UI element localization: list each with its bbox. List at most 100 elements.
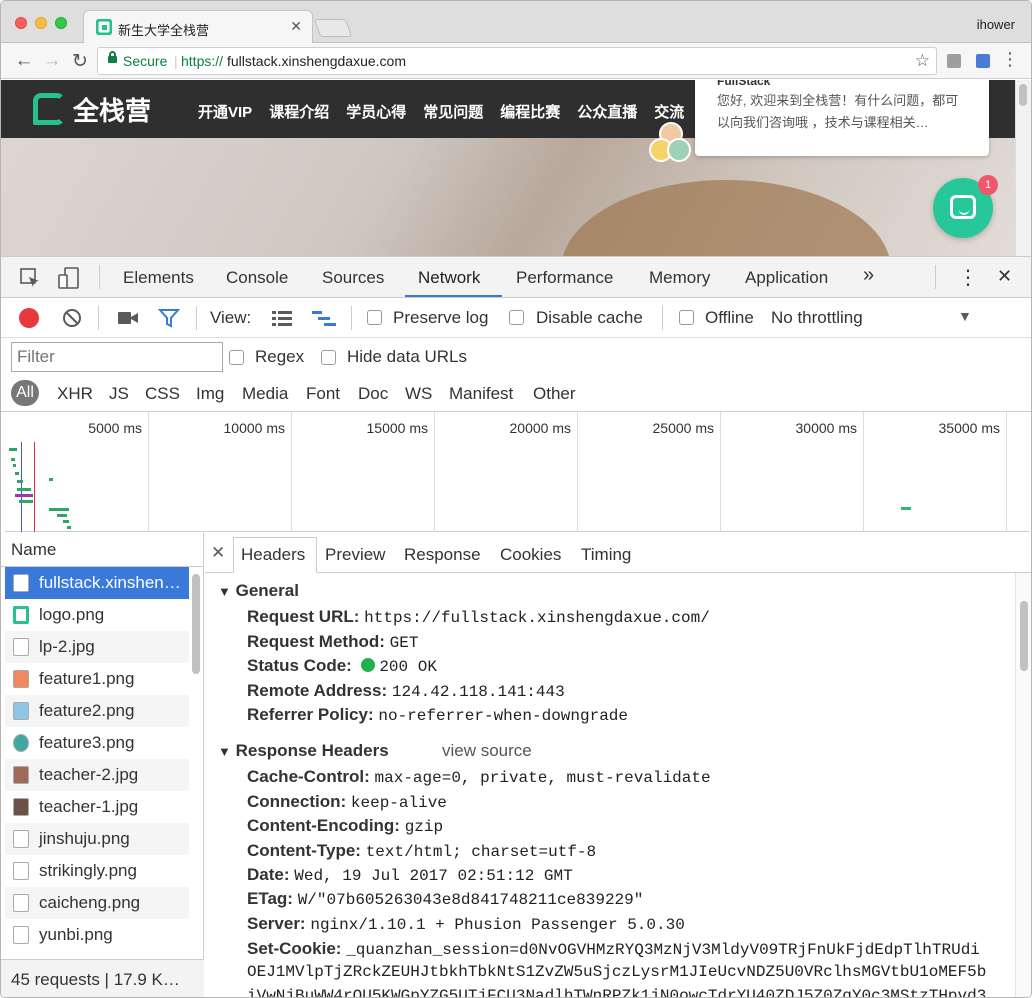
throttling-select[interactable]: No throttling [771, 308, 863, 328]
menu-item-testimonials[interactable]: 学员心得 [346, 101, 406, 122]
tab-timing[interactable]: Timing [581, 545, 631, 565]
record-button[interactable] [19, 308, 39, 328]
request-row[interactable]: teacher-1.jpg [5, 791, 189, 823]
new-tab-button[interactable] [313, 19, 353, 37]
scrollbar-thumb[interactable] [192, 574, 200, 674]
type-ws[interactable]: WS [405, 384, 432, 404]
tab-cookies[interactable]: Cookies [500, 545, 561, 565]
response-headers-section-header[interactable]: ▼ Response Headers [218, 741, 389, 761]
header-key: Referrer Policy: [247, 705, 374, 724]
type-all[interactable]: All [11, 380, 39, 406]
filter-input[interactable] [11, 342, 223, 372]
request-row[interactable]: fullstack.xinshen… [5, 567, 189, 599]
inspect-element-icon[interactable] [19, 267, 41, 289]
close-detail-icon[interactable]: ✕ [211, 543, 225, 563]
hide-data-urls-checkbox[interactable] [321, 350, 336, 365]
chat-popup[interactable]: FullStack 您好, 欢迎来到全栈营！有什么问题，都可以向我们咨询哦 ，技… [695, 80, 989, 156]
type-css[interactable]: CSS [145, 384, 180, 404]
requests-split-view: Name fullstack.xinshen… logo.png lp-2.jp… [1, 533, 1031, 997]
scrollbar-thumb[interactable] [1019, 84, 1027, 106]
device-toolbar-icon[interactable] [57, 266, 81, 290]
type-img[interactable]: Img [196, 384, 224, 404]
type-doc[interactable]: Doc [358, 384, 388, 404]
tab-response[interactable]: Response [404, 545, 481, 565]
site-logo[interactable]: 全栈营 [33, 92, 151, 126]
forward-button[interactable]: → [41, 50, 63, 72]
tab-memory[interactable]: Memory [649, 268, 710, 288]
close-window-button[interactable] [15, 17, 27, 29]
regex-checkbox[interactable] [229, 350, 244, 365]
tab-network[interactable]: Network [418, 268, 480, 288]
type-font[interactable]: Font [306, 384, 340, 404]
request-list-scrollbar[interactable] [189, 569, 203, 965]
request-row[interactable]: lp-2.jpg [5, 631, 189, 663]
tab-performance[interactable]: Performance [516, 268, 613, 288]
address-bar[interactable]: Secure | https:// fullstack.xinshengdaxu… [97, 47, 937, 75]
menu-item-live[interactable]: 公众直播 [577, 101, 637, 122]
request-row[interactable]: feature3.png [5, 727, 189, 759]
close-devtools-icon[interactable]: ✕ [997, 266, 1012, 287]
header-key: Date: [247, 865, 290, 884]
clear-icon[interactable] [61, 307, 83, 329]
type-js[interactable]: JS [109, 384, 129, 404]
more-tabs-icon[interactable]: » [863, 264, 874, 287]
request-row[interactable]: feature2.png [5, 695, 189, 727]
tab-elements[interactable]: Elements [123, 268, 194, 288]
back-button[interactable]: ← [13, 50, 35, 72]
type-other[interactable]: Other [533, 384, 576, 404]
request-row[interactable]: yunbi.png [5, 919, 189, 951]
devtools-menu-icon[interactable]: ⋮ [958, 265, 978, 290]
request-row[interactable]: logo.png [5, 599, 189, 631]
offline-checkbox[interactable] [679, 310, 694, 325]
offline-label: Offline [705, 308, 754, 327]
menu-kebab-icon[interactable]: ⋮ [999, 49, 1021, 70]
screenshot-camera-icon[interactable] [117, 310, 139, 326]
zoom-window-button[interactable] [55, 17, 67, 29]
response-headers-title: Response Headers [235, 741, 389, 760]
extension-icon[interactable] [947, 54, 961, 68]
waterfall-bar [15, 472, 19, 475]
type-manifest[interactable]: Manifest [449, 384, 513, 404]
bookmark-star-icon[interactable]: ☆ [915, 51, 930, 71]
overview-waterfall-icon[interactable] [311, 309, 337, 327]
network-overview[interactable]: 5000 ms 10000 ms 15000 ms 20000 ms 25000… [5, 412, 1029, 532]
tab-console[interactable]: Console [226, 268, 288, 288]
tab-sources[interactable]: Sources [322, 268, 384, 288]
minimize-window-button[interactable] [35, 17, 47, 29]
extension-icon[interactable] [976, 54, 990, 68]
disable-cache-checkbox[interactable] [509, 310, 524, 325]
chevron-down-icon[interactable]: ▼ [958, 308, 972, 324]
request-row[interactable]: feature1.png [5, 663, 189, 695]
menu-item-courses[interactable]: 课程介绍 [269, 101, 329, 122]
request-row[interactable]: teacher-2.jpg [5, 759, 189, 791]
preserve-log-checkbox[interactable] [367, 310, 382, 325]
view-source-link[interactable]: view source [442, 741, 532, 761]
type-xhr[interactable]: XHR [57, 384, 93, 404]
tab-headers[interactable]: Headers [241, 545, 305, 565]
header-value: W/"07b605263043e8d841748211ce839229" [297, 891, 644, 909]
menu-item-contest[interactable]: 编程比赛 [500, 101, 560, 122]
request-row[interactable]: jinshuju.png [5, 823, 189, 855]
browser-tab[interactable]: 新生大学全栈营 ✕ [83, 10, 313, 43]
reload-button[interactable]: ↻ [69, 50, 91, 73]
page-scrollbar[interactable] [1015, 80, 1031, 256]
headers-scrollbar[interactable] [1015, 573, 1031, 997]
menu-item-faq[interactable]: 常见问题 [423, 101, 483, 122]
request-row[interactable]: caicheng.png [5, 887, 189, 919]
header-row: Remote Address: 124.42.118.141:443 [247, 681, 565, 701]
filter-funnel-icon[interactable] [158, 308, 180, 328]
name-column-header[interactable]: Name [1, 533, 203, 567]
scrollbar-thumb[interactable] [1020, 601, 1028, 671]
request-name: caicheng.png [39, 893, 141, 912]
request-row[interactable]: strikingly.png [5, 855, 189, 887]
profile-name[interactable]: ihower [977, 17, 1015, 32]
large-rows-icon[interactable] [271, 309, 293, 327]
menu-item-vip[interactable]: 开通VIP [198, 101, 252, 122]
tab-application[interactable]: Application [745, 268, 828, 288]
type-media[interactable]: Media [242, 384, 288, 404]
menu-item-community[interactable]: 交流 [654, 101, 684, 122]
header-value: no-referrer-when-downgrade [378, 707, 628, 725]
tab-preview[interactable]: Preview [325, 545, 385, 565]
general-section-header[interactable]: ▼ General [218, 581, 299, 601]
close-tab-icon[interactable]: ✕ [290, 18, 302, 35]
